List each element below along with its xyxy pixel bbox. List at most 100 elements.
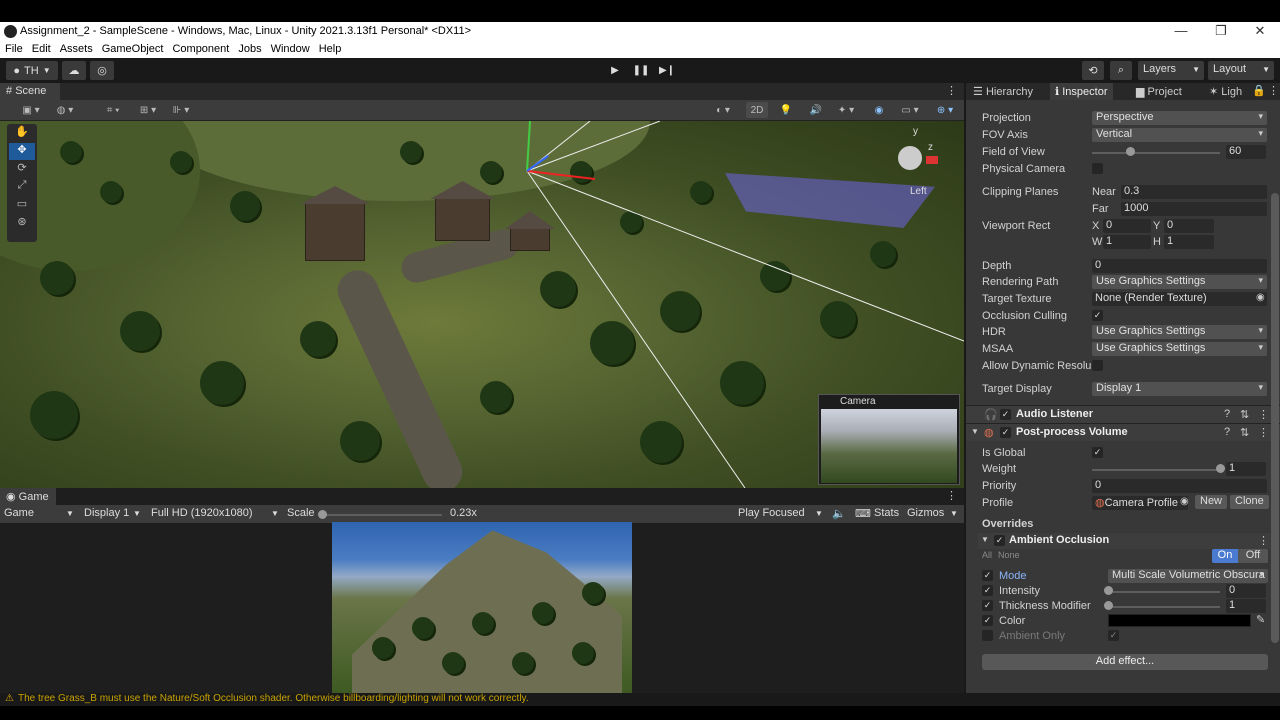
clone-profile-button[interactable]: Clone [1230,495,1269,509]
weight-slider-knob[interactable] [1216,464,1225,473]
post-process-volume-header[interactable]: ▼ ◍ ✓ Post-process Volume ? ⇅ ⋮ [966,423,1280,441]
tab-lighting[interactable]: ✶ Ligh [1204,83,1247,100]
display-dropdown[interactable]: Display 1 [84,507,129,519]
menu-edit[interactable]: Edit [27,42,55,58]
draw-mode-dropdown[interactable]: ▣ ▾ [16,102,46,118]
tab-game[interactable]: ◉ Game [0,488,56,505]
resolution-dropdown[interactable]: Full HD (1920x1080) [151,507,253,519]
far-field[interactable]: 1000 [1121,202,1267,216]
fov-slider-knob[interactable] [1126,147,1136,156]
tab-project[interactable]: ▆ Project [1131,83,1187,100]
mute-audio-icon[interactable]: 🔈 [832,507,846,520]
thickness-slider[interactable] [1108,606,1220,608]
hand-tool-icon[interactable]: ✋ [9,125,35,142]
transform-tool-icon[interactable]: ⊛ [9,215,35,232]
search-icon[interactable]: ⌕ [1110,61,1132,80]
more-options-icon[interactable]: ⋮ [1268,84,1279,97]
visibility-toggle-icon[interactable]: ◉ [868,102,890,118]
collab-icon[interactable]: ◎ [90,61,114,80]
viewport-x-field[interactable]: 0 [1103,219,1151,233]
eyedropper-icon[interactable]: ✎ [1256,613,1265,626]
tab-inspector[interactable]: ℹ Inspector [1050,83,1113,100]
layout-dropdown[interactable]: Layout ▼ [1208,61,1274,80]
audio-toggle-icon[interactable]: 🔊 [806,102,826,118]
add-effect-button[interactable]: Add effect... [982,654,1268,670]
stats-button[interactable]: Stats [874,507,899,519]
shading-dropdown[interactable]: ◐ ▾ [708,102,738,118]
tab-scene[interactable]: # Scene [0,83,60,100]
thickness-field[interactable]: 1 [1226,599,1266,613]
viewport-w-field[interactable]: 1 [1103,235,1151,249]
priority-field[interactable]: 0 [1092,479,1267,493]
move-tool-icon[interactable]: ✥ [9,143,35,160]
fov-axis-dropdown[interactable]: Vertical [1092,128,1267,142]
scene-viewport[interactable]: ✋ ✥ ⟳ ⤢ ▭ ⊛ y z Left Camera [0,121,964,488]
viewport-y-field[interactable]: 0 [1164,219,1214,233]
camera-dropdown[interactable]: ▭ ▾ [896,102,924,118]
game-view-dropdown[interactable]: Game [4,507,34,519]
help-icon[interactable]: ? [1224,408,1230,420]
lighting-toggle-icon[interactable]: 💡 [776,102,796,118]
account-dropdown[interactable]: ● TH ▼ [6,61,58,80]
near-field[interactable]: 0.3 [1121,185,1267,199]
play-button[interactable]: ▶ [603,61,627,80]
preset-icon[interactable]: ⇅ [1240,408,1249,421]
thickness-override-checkbox[interactable]: ✓ [982,600,993,611]
lock-icon[interactable]: 🔒 [1252,84,1266,97]
game-view-render[interactable] [332,522,632,693]
projection-dropdown[interactable]: Perspective [1092,111,1267,125]
history-icon[interactable]: ⟲ [1082,61,1104,80]
menu-file[interactable]: File [0,42,27,58]
weight-field[interactable]: 1 [1226,462,1266,476]
step-button[interactable]: ▶❙ [655,61,679,80]
more-options-icon[interactable]: ⋮ [1258,534,1269,547]
layers-dropdown[interactable]: Layers ▼ [1138,61,1204,80]
scale-slider[interactable] [322,514,442,516]
dynamic-resolution-checkbox[interactable] [1092,360,1103,371]
tab-hierarchy[interactable]: ☰ Hierarchy [968,83,1038,100]
console-status-bar[interactable]: ⚠ The tree Grass_B must use the Nature/S… [0,693,1280,706]
ambient-occlusion-header[interactable]: ▼ ✓ Ambient Occlusion ⋮ [978,533,1270,549]
gizmos-button[interactable]: Gizmos [907,507,944,519]
menu-gameobject[interactable]: GameObject [97,42,168,58]
shortcuts-icon[interactable]: ⌨ [855,507,871,520]
post-process-enable-checkbox[interactable]: ✓ [1000,427,1011,438]
intensity-slider[interactable] [1108,591,1220,593]
more-options-icon[interactable]: ⋮ [946,489,957,502]
fov-slider[interactable] [1092,152,1220,154]
gizmos-dropdown[interactable]: ⊕ ▾ [930,102,960,118]
preset-icon[interactable]: ⇅ [1240,426,1249,439]
help-icon[interactable]: ? [1224,426,1230,438]
occlusion-culling-checkbox[interactable]: ✓ [1092,310,1103,321]
effects-dropdown[interactable]: ✦ ▾ [832,102,860,118]
none-toggle[interactable]: None [998,550,1020,560]
intensity-slider-knob[interactable] [1104,586,1113,595]
menu-component[interactable]: Component [167,42,233,58]
weight-slider[interactable] [1092,469,1220,471]
menu-jobs[interactable]: Jobs [233,42,265,58]
audio-listener-header[interactable]: 🎧 ✓ Audio Listener ? ⇅ ⋮ [966,405,1280,423]
intensity-override-checkbox[interactable]: ✓ [982,585,993,596]
close-button[interactable]: ✕ [1245,23,1275,39]
intensity-field[interactable]: 0 [1226,584,1266,598]
physical-camera-checkbox[interactable] [1092,163,1103,174]
msaa-dropdown[interactable]: Use Graphics Settings [1092,342,1267,356]
more-options-icon[interactable]: ⋮ [1258,408,1269,421]
play-mode-dropdown[interactable]: Play Focused [738,507,805,519]
target-texture-field[interactable]: None (Render Texture) [1092,292,1267,306]
off-button[interactable]: Off [1238,549,1268,563]
mode-override-checkbox[interactable]: ✓ [982,570,993,581]
mode-dropdown[interactable]: Multi Scale Volumetric Obscura [1108,569,1268,583]
depth-field[interactable]: 0 [1092,259,1267,273]
color-swatch[interactable] [1108,614,1251,627]
ambient-only-override-checkbox[interactable] [982,630,993,641]
menu-window[interactable]: Window [266,42,314,58]
pause-button[interactable]: ❚❚ [629,61,653,80]
thickness-slider-knob[interactable] [1104,601,1113,610]
ambient-occlusion-enable-checkbox[interactable]: ✓ [994,535,1005,546]
ambient-only-checkbox[interactable]: ✓ [1108,630,1119,641]
target-display-dropdown[interactable]: Display 1 [1092,382,1267,396]
rendering-path-dropdown[interactable]: Use Graphics Settings [1092,275,1267,289]
menu-help[interactable]: Help [314,42,346,58]
audio-listener-enable-checkbox[interactable]: ✓ [1000,409,1011,420]
